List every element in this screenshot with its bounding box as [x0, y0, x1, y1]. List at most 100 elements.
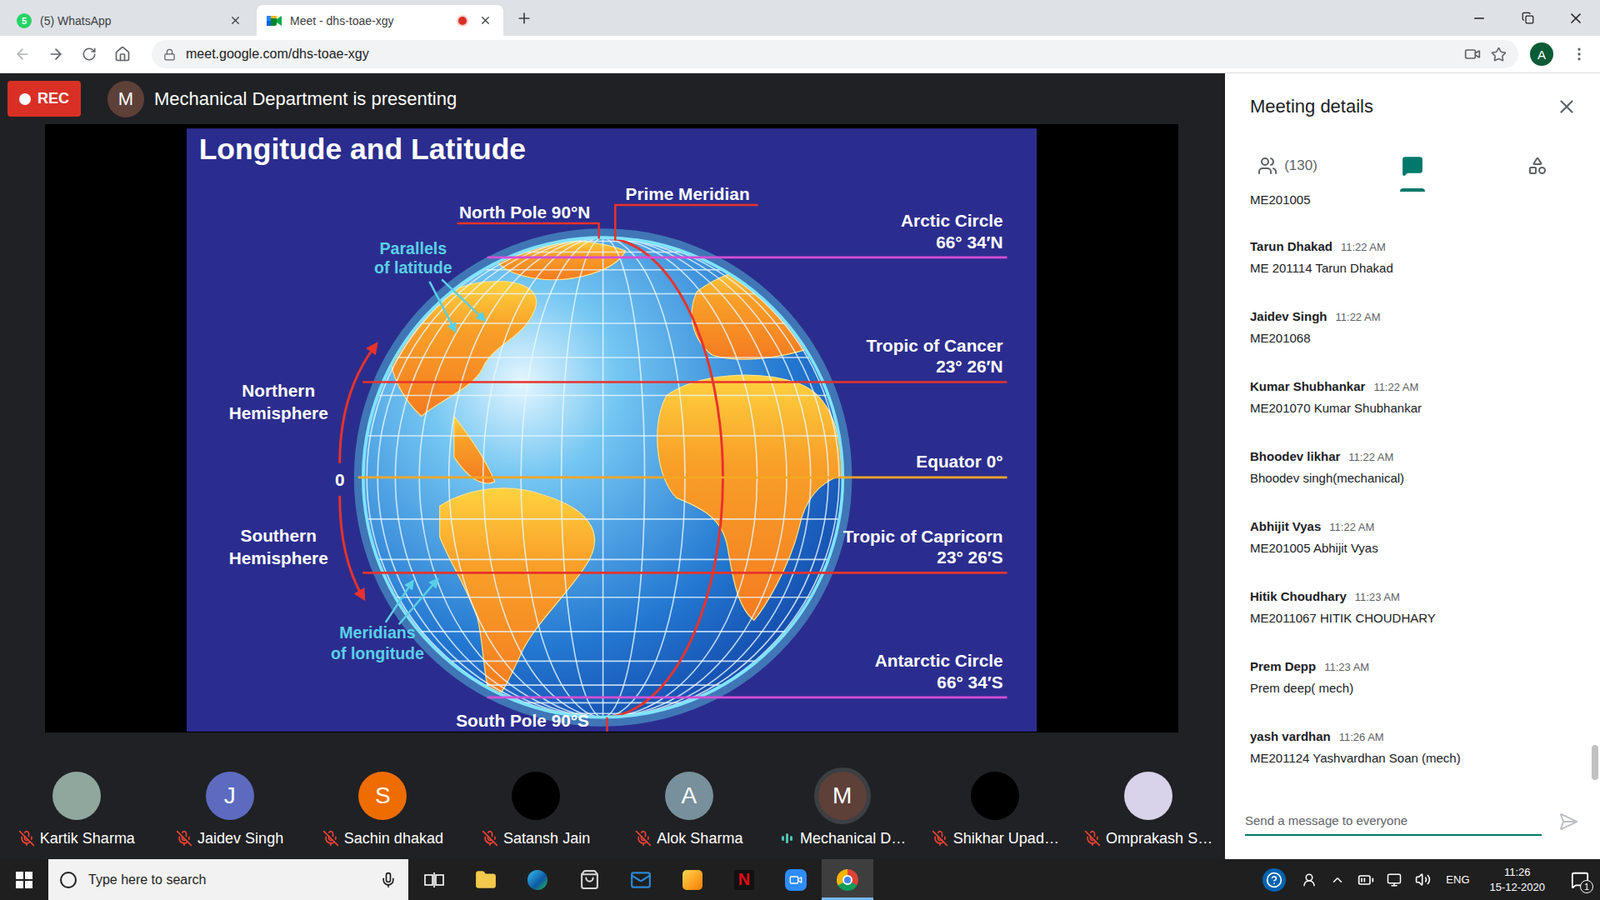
- task-view-icon: [424, 871, 445, 889]
- taskbar-app[interactable]: [460, 859, 512, 900]
- edge-icon: [527, 870, 548, 890]
- new-tab-button[interactable]: [511, 5, 537, 31]
- taskbar-app[interactable]: [563, 859, 615, 900]
- battery-icon[interactable]: [1355, 871, 1376, 889]
- participant-tile[interactable]: Shikhar Upad…: [919, 732, 1073, 860]
- taskbar-app[interactable]: [821, 859, 874, 900]
- participant-avatar: A: [665, 771, 714, 820]
- participant-tile[interactable]: M Mechanical D…: [765, 732, 920, 860]
- participant-strip: Kartik Sharma JJaidev SinghSSachin dhakad…: [0, 732, 1225, 860]
- browser-tab[interactable]: Meet - dhs-toae-xgy: [256, 5, 504, 36]
- message-time: 11:22 AM: [1348, 447, 1394, 468]
- chat-message: yash vardhan11:26 AMME201124 Yashvardhan…: [1250, 726, 1574, 769]
- people-icon[interactable]: [1299, 872, 1320, 888]
- screen: 5(5) WhatsAppMeet - dhs-toae-xgy meet.goo…: [0, 0, 1600, 900]
- presentation-header: RECMMechanical Department is presenting: [0, 73, 1225, 125]
- rec-badge[interactable]: REC: [7, 80, 81, 117]
- latitude-line: Antarctic Circle66° 34′S: [487, 650, 1008, 698]
- message-text: ME201070 Kumar Shubhankar: [1250, 398, 1574, 419]
- details-tab[interactable]: [1475, 140, 1600, 192]
- details-tab[interactable]: [1350, 140, 1475, 192]
- address-bar[interactable]: meet.google.com/dhs-toae-xgy: [151, 40, 1519, 69]
- browser-tab[interactable]: 5(5) WhatsApp: [6, 5, 254, 36]
- taskbar-app[interactable]: N: [718, 859, 770, 900]
- taskbar-app[interactable]: [408, 859, 460, 900]
- participant-avatar: [1124, 771, 1173, 820]
- participant-avatar: M: [818, 771, 867, 820]
- slide-label: 66° 34′S: [936, 672, 1003, 692]
- chat-icon: [1401, 155, 1424, 177]
- message-text: ME201005: [1250, 191, 1574, 209]
- close-button[interactable]: [1551, 0, 1600, 36]
- participant-name: Satansh Jain: [481, 828, 590, 849]
- restore-button[interactable]: [1503, 0, 1552, 36]
- volume-icon[interactable]: [1412, 871, 1433, 888]
- details-tab[interactable]: (130): [1225, 140, 1350, 192]
- chrome-icon: [836, 869, 859, 891]
- mic-icon[interactable]: [380, 871, 397, 889]
- participant-avatar: J: [205, 771, 255, 820]
- message-sender: yash vardhan: [1250, 726, 1331, 747]
- scroll-thumb[interactable]: [1591, 745, 1599, 780]
- taskbar-app[interactable]: [666, 859, 719, 900]
- meet-body: RECMMechanical Department is presentingL…: [0, 73, 1600, 860]
- help-icon[interactable]: [1262, 868, 1286, 892]
- taskbar-search[interactable]: Type here to search: [48, 859, 409, 900]
- slide-label: Northern: [241, 380, 315, 400]
- chat-area: ME201005 Tarun Dhakad11:22 AMME 201114 Ta…: [1225, 191, 1600, 784]
- clock[interactable]: 11:2615-12-2020: [1483, 865, 1553, 895]
- slide-label: Longitude and Latitude: [199, 132, 526, 166]
- send-icon[interactable]: [1558, 811, 1579, 832]
- participant-tile[interactable]: Omprakash S…: [1071, 732, 1225, 860]
- mic-off-icon: [1084, 830, 1101, 847]
- slide-label: South Pole 90°S: [455, 710, 590, 730]
- message-input[interactable]: [1245, 806, 1542, 836]
- forward-button[interactable]: [41, 40, 70, 69]
- minimize-button[interactable]: [1455, 0, 1504, 36]
- participant-tile[interactable]: JJaidev Singh: [153, 732, 307, 860]
- back-button[interactable]: [8, 40, 37, 69]
- recording-icon: [456, 15, 469, 27]
- message-time: 11:22 AM: [1335, 307, 1381, 328]
- camera-icon[interactable]: [1464, 45, 1481, 63]
- reload-button[interactable]: [75, 40, 104, 69]
- meet-icon: [266, 14, 282, 28]
- participant-name: Mechanical D…: [778, 828, 906, 849]
- taskbar-app[interactable]: [770, 859, 822, 900]
- message-text: Bhoodev singh(mechanical): [1250, 468, 1574, 489]
- activities-icon: [1527, 155, 1548, 176]
- message-text: ME201068: [1250, 328, 1574, 349]
- taskbar: Type here to search N ENG 11:2615-12-20201: [0, 859, 1600, 900]
- slide-diagram: Longitude and Latitude Arctic Circle 66° 3…: [186, 128, 1037, 732]
- message-sender: Prem Depp: [1250, 656, 1316, 677]
- participant-tile[interactable]: Satansh Jain: [459, 732, 613, 860]
- taskbar-app[interactable]: [615, 859, 667, 900]
- taskbar-app[interactable]: [511, 859, 564, 900]
- message-sender: Kumar Shubhankar: [1250, 376, 1365, 397]
- scrollbar[interactable]: [1590, 191, 1600, 784]
- slide-label: Equator 0°: [915, 451, 1003, 471]
- menu-button[interactable]: [1565, 40, 1594, 69]
- slide-label: Hemisphere: [229, 548, 329, 568]
- message-text: ME2011067 HITIK CHOUDHARY: [1250, 608, 1574, 629]
- profile-avatar[interactable]: A: [1530, 42, 1554, 66]
- language-indicator[interactable]: ENG: [1440, 873, 1475, 886]
- start-button[interactable]: [0, 859, 49, 900]
- netflix-icon: N: [734, 870, 755, 890]
- participant-name: Kartik Sharma: [18, 828, 135, 849]
- chat-message: Tarun Dhakad11:22 AMME 201114 Tarun Dhak…: [1250, 236, 1574, 279]
- participant-tile[interactable]: Kartik Sharma: [0, 732, 154, 860]
- slide-label: Arctic Circle: [900, 210, 1004, 230]
- presenter-text: Mechanical Department is presenting: [154, 88, 457, 110]
- network-icon[interactable]: [1384, 872, 1405, 888]
- home-button[interactable]: [108, 40, 137, 69]
- notification-button[interactable]: 1: [1560, 859, 1600, 900]
- participant-tile[interactable]: AAlok Sharma: [612, 732, 766, 860]
- mic-off-icon: [635, 830, 652, 847]
- participant-tile[interactable]: SSachin dhakad: [306, 732, 460, 860]
- tab-close-button[interactable]: [226, 12, 244, 30]
- tab-close-button[interactable]: [476, 12, 494, 30]
- chevron-up-icon[interactable]: [1327, 872, 1348, 888]
- close-panel-button[interactable]: [1551, 91, 1582, 122]
- bookmark-star-icon[interactable]: [1490, 46, 1507, 63]
